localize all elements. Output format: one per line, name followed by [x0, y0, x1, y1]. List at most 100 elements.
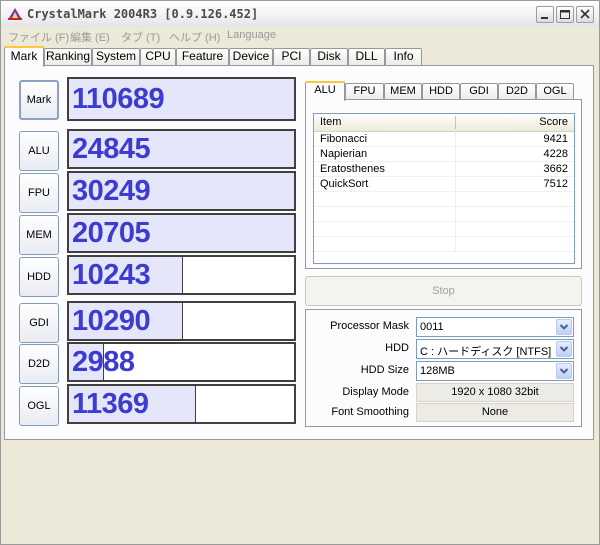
- hdd-size-value: 128MB: [420, 365, 455, 377]
- cell-divider: [455, 147, 456, 162]
- score-mem: 20705: [67, 213, 296, 253]
- score-hdd: 10243: [67, 255, 296, 295]
- menu-file[interactable]: ファイル (F): [8, 29, 69, 45]
- tab-pci[interactable]: PCI: [273, 48, 310, 65]
- table-row[interactable]: Napierian 4228: [314, 147, 574, 162]
- row-score: 7512: [543, 178, 568, 190]
- hdd-size-select[interactable]: 128MB: [416, 361, 574, 381]
- fpu-button[interactable]: FPU: [19, 173, 59, 213]
- tab-cpu[interactable]: CPU: [140, 48, 176, 65]
- alu-results-panel: Item Score Fibonacci 9421 Napierian 4228…: [305, 99, 582, 269]
- score-alu: 24845: [67, 129, 296, 169]
- chevron-down-icon: [559, 368, 569, 374]
- display-mode-label: Display Mode: [342, 386, 409, 398]
- score-value-ogl: 11369: [72, 388, 149, 420]
- row-score: 3662: [543, 163, 568, 175]
- score-gdi: 10290: [67, 301, 296, 341]
- chevron-down-icon[interactable]: [556, 319, 572, 335]
- column-divider[interactable]: [455, 116, 456, 129]
- alu-button[interactable]: ALU: [19, 131, 59, 171]
- close-icon: [580, 9, 590, 19]
- chevron-down-icon[interactable]: [556, 341, 572, 357]
- table-row[interactable]: Eratosthenes 3662: [314, 162, 574, 177]
- score-mark: 110689: [67, 77, 296, 121]
- crystalmark-app-icon: [8, 8, 22, 20]
- empty-row: [314, 207, 574, 222]
- font-smoothing-label: Font Smoothing: [331, 406, 409, 418]
- hdd-value: C : ハードディスク [NTFS]: [420, 346, 552, 358]
- empty-row: [314, 192, 574, 207]
- menu-tab[interactable]: タブ (T): [121, 29, 160, 45]
- empty-row: [314, 237, 574, 252]
- hdd-select[interactable]: C : ハードディスク [NTFS]: [416, 339, 574, 359]
- table-row[interactable]: QuickSort 7512: [314, 177, 574, 192]
- d2d-button[interactable]: D2D: [19, 344, 59, 384]
- cell-divider: [455, 162, 456, 177]
- tab-feature[interactable]: Feature: [176, 48, 229, 65]
- processor-mask-label: Processor Mask: [330, 320, 409, 332]
- score-value-alu: 24845: [72, 133, 151, 165]
- score-value-mark: 110689: [72, 83, 165, 115]
- score-value-fpu: 30249: [72, 175, 151, 207]
- row-item: Eratosthenes: [320, 163, 385, 175]
- score-ogl: 11369: [67, 384, 296, 424]
- subtab-hdd[interactable]: HDD: [422, 83, 460, 100]
- tab-system[interactable]: System: [92, 48, 140, 65]
- chevron-down-icon: [559, 346, 569, 352]
- stop-button[interactable]: Stop: [305, 276, 582, 306]
- subtab-ogl[interactable]: OGL: [536, 83, 574, 100]
- menu-language[interactable]: Language: [227, 29, 276, 41]
- cell-divider: [455, 237, 456, 252]
- subtab-mem[interactable]: MEM: [384, 83, 422, 100]
- mem-button[interactable]: MEM: [19, 215, 59, 255]
- tab-device[interactable]: Device: [229, 48, 273, 65]
- hdd-size-label: HDD Size: [360, 364, 409, 376]
- display-mode-value: 1920 x 1080 32bit: [416, 383, 574, 402]
- subtab-alu[interactable]: ALU: [305, 81, 345, 101]
- window-title: CrystalMark 2004R3 [0.9.126.452]: [27, 7, 259, 21]
- ogl-button[interactable]: OGL: [19, 386, 59, 426]
- row-score: 9421: [543, 133, 568, 145]
- cell-divider: [455, 207, 456, 222]
- gdi-button[interactable]: GDI: [19, 303, 59, 343]
- results-list[interactable]: Item Score Fibonacci 9421 Napierian 4228…: [313, 113, 575, 264]
- menu-edit[interactable]: 編集 (E): [70, 29, 110, 45]
- processor-mask-select[interactable]: 0011: [416, 317, 574, 337]
- column-header-score[interactable]: Score: [539, 116, 568, 128]
- subtab-fpu[interactable]: FPU: [345, 83, 384, 100]
- score-value-mem: 20705: [72, 217, 151, 249]
- cell-divider: [455, 177, 456, 192]
- score-value-d2d: 2988: [72, 346, 135, 378]
- chevron-down-icon[interactable]: [556, 363, 572, 379]
- options-panel: Processor Mask 0011 HDD C : ハードディスク [NTF…: [305, 309, 582, 427]
- column-header-item[interactable]: Item: [320, 116, 341, 128]
- subtab-gdi[interactable]: GDI: [460, 83, 498, 100]
- hdd-button[interactable]: HDD: [19, 257, 59, 297]
- tab-info[interactable]: Info: [385, 48, 422, 65]
- minimize-icon: [541, 17, 548, 19]
- empty-row: [314, 222, 574, 237]
- row-item: Fibonacci: [320, 133, 368, 145]
- score-fpu: 30249: [67, 171, 296, 211]
- row-item: Napierian: [320, 148, 368, 160]
- score-value-gdi: 10290: [72, 305, 151, 337]
- score-value-hdd: 10243: [72, 259, 151, 291]
- font-smoothing-value: None: [416, 403, 574, 422]
- menu-help[interactable]: ヘルプ (H): [169, 29, 220, 45]
- minimize-button[interactable]: [536, 6, 554, 23]
- mark-button[interactable]: Mark: [19, 80, 59, 120]
- score-d2d: 2988: [67, 342, 296, 382]
- table-row[interactable]: Fibonacci 9421: [314, 132, 574, 147]
- maximize-button[interactable]: [556, 6, 574, 23]
- tab-ranking[interactable]: Ranking: [44, 48, 92, 65]
- title-bar[interactable]: CrystalMark 2004R3 [0.9.126.452]: [1, 1, 599, 27]
- list-header: Item Score: [314, 114, 574, 132]
- app-window: CrystalMark 2004R3 [0.9.126.452] ファイル (F…: [0, 0, 600, 545]
- tab-mark[interactable]: Mark: [4, 46, 44, 67]
- tab-disk[interactable]: Disk: [310, 48, 348, 65]
- chevron-down-icon: [559, 324, 569, 330]
- tab-dll[interactable]: DLL: [348, 48, 385, 65]
- subtab-d2d[interactable]: D2D: [498, 83, 536, 100]
- row-score: 4228: [543, 148, 568, 160]
- close-button[interactable]: [576, 6, 594, 23]
